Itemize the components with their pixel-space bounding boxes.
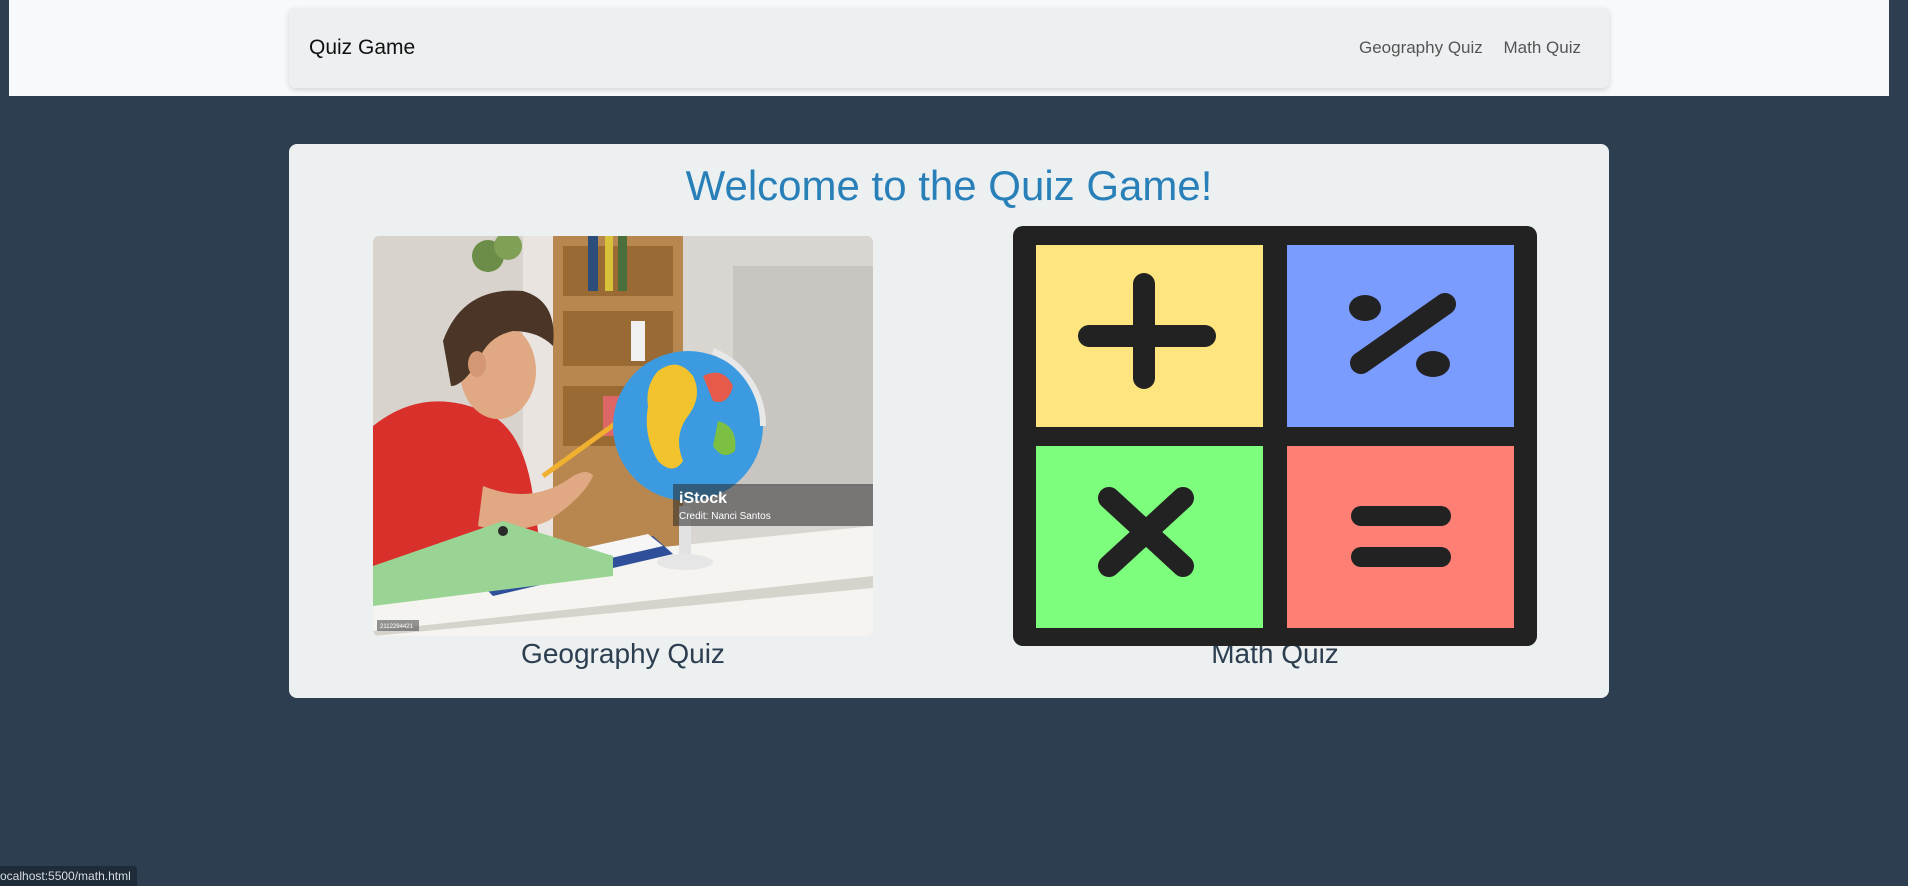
geography-quiz-tile: iStock Credit: Nanci Santos 2112294421 G… bbox=[373, 236, 873, 672]
photo-credit: Credit: Nanci Santos bbox=[679, 511, 771, 522]
page-title: Welcome to the Quiz Game! bbox=[685, 162, 1213, 209]
nav-link-math-quiz[interactable]: Math Quiz bbox=[1504, 38, 1581, 57]
geography-quiz-image[interactable]: iStock Credit: Nanci Santos 2112294421 bbox=[373, 236, 873, 636]
nav-links: Geography Quiz Math Quiz bbox=[1343, 8, 1581, 88]
math-quiz-tile bbox=[1013, 226, 1537, 646]
photo-id: 2112294421 bbox=[380, 624, 414, 630]
quiz-card: Welcome to the Quiz Game! iStock Credit:… bbox=[289, 144, 1609, 698]
nav-link-geography-quiz[interactable]: Geography Quiz bbox=[1359, 38, 1483, 57]
status-bar-url: ocalhost:5500/math.html bbox=[0, 866, 137, 886]
brand-link[interactable]: Quiz Game bbox=[309, 8, 415, 88]
istock-watermark: iStock bbox=[679, 490, 727, 507]
navbar: Quiz Game Geography Quiz Math Quiz bbox=[289, 8, 1609, 88]
math-quiz-image[interactable] bbox=[1013, 226, 1537, 646]
geography-quiz-label[interactable]: Geography Quiz bbox=[373, 636, 873, 672]
